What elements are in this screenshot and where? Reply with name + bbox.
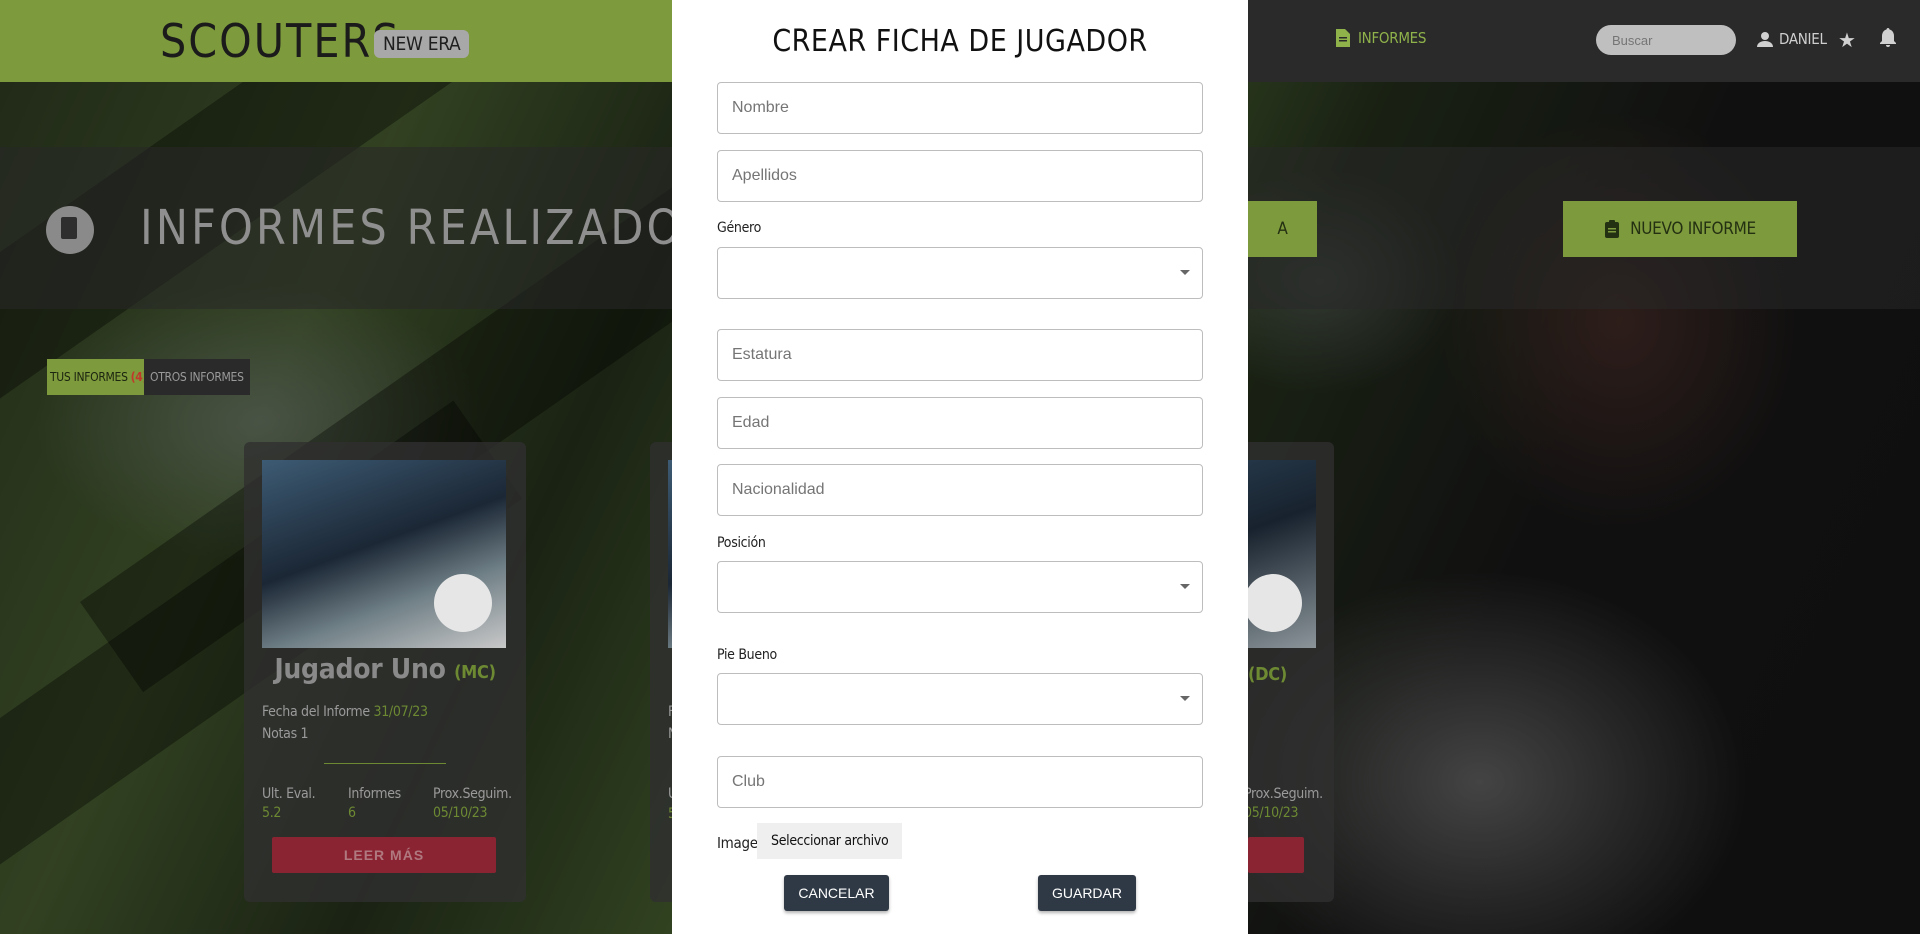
- search-input[interactable]: [1596, 25, 1736, 55]
- report-date-value: 31/07/23: [373, 704, 428, 720]
- posicion-label: Posición: [717, 535, 766, 551]
- stat-value: 05/10/23: [433, 805, 488, 821]
- genero-select[interactable]: [717, 247, 1203, 299]
- tab-other-reports-label: OTROS INFORMES: [150, 370, 244, 384]
- edad-input[interactable]: [717, 397, 1203, 449]
- partial-green-button[interactable]: A: [1248, 201, 1317, 257]
- modal-title: CREAR FICHA DE JUGADOR: [772, 24, 1148, 59]
- report-date-label: Fecha del Informe: [262, 704, 370, 720]
- stat-next-followup: Prox.Seguim. 05/10/23: [433, 786, 512, 821]
- report-icon: [46, 206, 94, 254]
- stat-value: 5.2: [262, 805, 282, 821]
- stat-reports: Informes 6: [348, 786, 401, 821]
- chevron-down-icon: [1180, 696, 1190, 701]
- stat-value: 05/10/23: [1244, 805, 1299, 821]
- nacionalidad-input[interactable]: [717, 464, 1203, 516]
- tab-other-reports[interactable]: OTROS INFORMES: [144, 359, 250, 395]
- user-icon: [1757, 32, 1773, 47]
- pie-bueno-select[interactable]: [717, 673, 1203, 725]
- user-name: DANIEL: [1779, 30, 1827, 48]
- document-icon: [1336, 29, 1350, 47]
- stat-label: Ult. Eval.: [262, 786, 316, 802]
- genero-label: Género: [717, 220, 762, 236]
- new-report-label: NUEVO INFORME: [1630, 219, 1756, 239]
- estatura-input[interactable]: [717, 329, 1203, 381]
- read-more-button[interactable]: LEER MÁS: [272, 837, 496, 873]
- player-name: Jugador Uno (MC): [244, 652, 526, 685]
- brand-logo[interactable]: SCOUTERS: [160, 14, 401, 68]
- club-input[interactable]: [717, 756, 1203, 808]
- chevron-down-icon: [1180, 584, 1190, 589]
- card-image: [262, 460, 506, 648]
- page-title: INFORMES REALIZADOS: [140, 200, 714, 256]
- tab-my-reports-label: TUS INFORMES: [50, 370, 128, 384]
- clipboard-icon: [1605, 220, 1620, 238]
- apellidos-input[interactable]: [717, 150, 1203, 202]
- stat-label: Prox.Seguim.: [433, 786, 512, 802]
- stat-label: Prox.Seguim.: [1244, 786, 1323, 802]
- report-notes: Notas 1: [262, 726, 309, 742]
- stat-label: Informes: [348, 786, 401, 802]
- pie-bueno-label: Pie Bueno: [717, 647, 777, 663]
- report-card: Jugador Uno (MC) Fecha del Informe 31/07…: [244, 442, 526, 902]
- soccer-ball-graphic: [434, 574, 492, 632]
- partial-button-label: A: [1277, 219, 1288, 239]
- player-position: (MC): [454, 662, 496, 683]
- read-more-button[interactable]: [1248, 837, 1304, 873]
- report-date: Fecha del Informe 31/07/23: [262, 704, 428, 720]
- stat-next-followup: Prox.Seguim. 05/10/23: [1244, 786, 1323, 821]
- star-icon[interactable]: ★: [1838, 28, 1856, 53]
- nav-informes-label: INFORMES: [1358, 29, 1427, 47]
- stat-last-eval: Ult. Eval. 5.2: [262, 786, 316, 821]
- cancel-button[interactable]: CANCELAR: [784, 875, 889, 911]
- select-file-button[interactable]: Seleccionar archivo: [757, 823, 903, 859]
- stat-value: 6: [348, 805, 356, 821]
- user-menu[interactable]: DANIEL: [1757, 30, 1827, 48]
- nombre-input[interactable]: [717, 82, 1203, 134]
- soccer-ball-graphic: [1244, 574, 1302, 632]
- create-player-modal: CREAR FICHA DE JUGADOR Género Posición P…: [672, 0, 1248, 934]
- chevron-down-icon: [1180, 270, 1190, 275]
- tab-my-reports[interactable]: TUS INFORMES (4): [47, 359, 151, 395]
- posicion-select[interactable]: [717, 561, 1203, 613]
- nav-informes[interactable]: INFORMES: [1336, 29, 1426, 47]
- card-divider: [324, 763, 446, 764]
- save-button[interactable]: GUARDAR: [1038, 875, 1136, 911]
- new-report-button[interactable]: NUEVO INFORME: [1563, 201, 1797, 257]
- player-name-text: Jugador Uno: [274, 652, 446, 685]
- player-position: (DC): [1248, 664, 1287, 685]
- bell-icon[interactable]: [1879, 28, 1897, 54]
- new-era-badge: NEW ERA: [374, 30, 470, 58]
